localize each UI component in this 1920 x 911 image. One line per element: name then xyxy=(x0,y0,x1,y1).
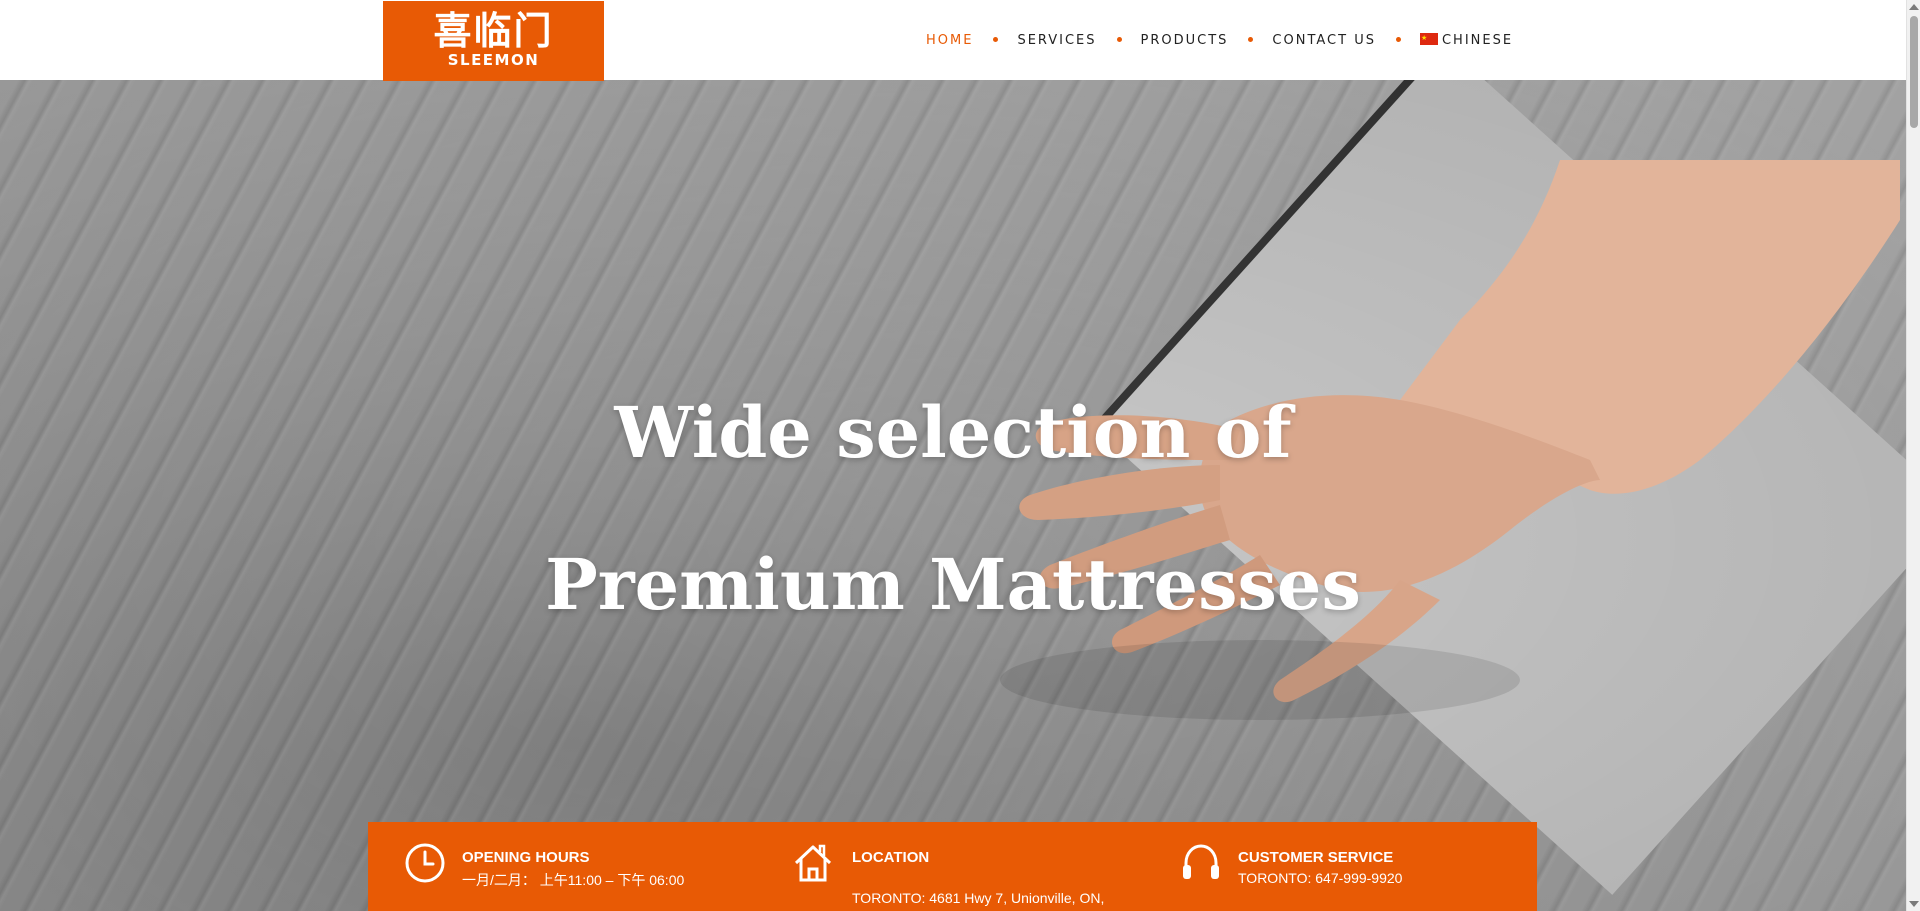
customer-service-phone[interactable]: TORONTO: 647-999-9920 xyxy=(1238,870,1402,886)
logo-english-text: SLEEMON xyxy=(447,51,540,69)
nav-item-chinese[interactable]: CHINESE xyxy=(1419,30,1514,49)
nav-separator-dot xyxy=(1248,36,1254,42)
home-icon xyxy=(794,844,832,882)
nav-item-services[interactable]: SERVICES xyxy=(1017,33,1096,49)
opening-hours-title: OPENING HOURS xyxy=(462,849,590,866)
nav-item-chinese-label: CHINESE xyxy=(1441,33,1514,48)
site-header: 喜临门 SLEEMON HOME SERVICES PRODUCTS CONTA… xyxy=(0,0,1906,81)
nav-separator-dot xyxy=(1116,36,1122,42)
scroll-thumb[interactable] xyxy=(1910,16,1918,128)
location-title: LOCATION xyxy=(852,849,930,866)
nav-separator-dot xyxy=(1395,36,1401,42)
scroll-down-arrow-icon[interactable] xyxy=(1909,901,1919,907)
clock-icon xyxy=(405,843,445,883)
logo-chinese-text: 喜临门 xyxy=(433,9,554,53)
location-block: LOCATION TORONTO: 4681 Hwy 7, Unionville… xyxy=(792,822,1152,911)
opening-hours-text: 一月/二月： 上午11:00 – 下午 06:00 xyxy=(462,872,685,888)
location-text: TORONTO: 4681 Hwy 7, Unionville, ON, xyxy=(852,890,1105,906)
nav-item-products[interactable]: PRODUCTS xyxy=(1141,33,1229,49)
hero-heading: Wide selection of Premium Mattresses xyxy=(0,357,1906,661)
china-flag-icon xyxy=(1419,30,1438,46)
scroll-up-arrow-icon[interactable] xyxy=(1909,4,1919,10)
main-nav: HOME SERVICES PRODUCTS CONTACT US CHINES… xyxy=(926,30,1514,49)
sleemon-logo[interactable]: 喜临门 SLEEMON xyxy=(383,1,604,81)
opening-hours-block: OPENING HOURS 一月/二月： 上午11:00 – 下午 06:00 xyxy=(404,822,744,911)
nav-separator-dot xyxy=(993,36,999,42)
headset-icon xyxy=(1183,844,1219,879)
hero-banner: Wide selection of Premium Mattresses xyxy=(0,80,1906,911)
nav-item-contact-us[interactable]: CONTACT US xyxy=(1272,33,1376,49)
customer-service-title: CUSTOMER SERVICE xyxy=(1238,849,1394,866)
page-scrollbar[interactable] xyxy=(1906,0,1920,911)
hero-heading-line-1: Wide selection of xyxy=(614,390,1292,474)
nav-item-home[interactable]: HOME xyxy=(926,33,973,49)
hero-heading-line-2: Premium Mattresses xyxy=(545,542,1361,626)
customer-service-block: CUSTOMER SERVICE TORONTO: 647-999-9920 xyxy=(1180,822,1520,911)
info-bar: OPENING HOURS 一月/二月： 上午11:00 – 下午 06:00 … xyxy=(368,822,1537,911)
